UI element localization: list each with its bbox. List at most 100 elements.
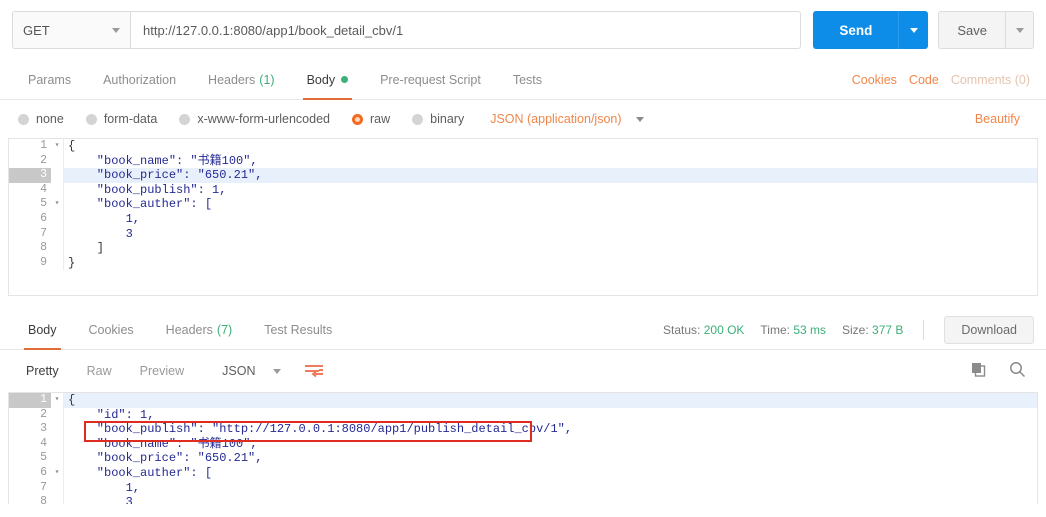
tab-authorization[interactable]: Authorization [87, 60, 192, 99]
line-number: 8 [40, 495, 47, 504]
code-text: "book_name": "书籍100", [63, 153, 1037, 169]
http-method-select[interactable]: GET [12, 11, 130, 49]
body-type-label: x-www-form-urlencoded [197, 112, 330, 126]
request-url-bar: GET http://127.0.0.1:8080/app1/book_deta… [0, 0, 1046, 60]
code-text: "id": 1, [63, 407, 1037, 423]
code-text: } [63, 255, 1037, 271]
save-button[interactable]: Save [938, 11, 1006, 49]
search-glyph [1010, 362, 1026, 378]
code-link[interactable]: Code [909, 73, 939, 87]
code-text: { [63, 139, 1037, 154]
response-tab-test-results[interactable]: Test Results [248, 310, 348, 349]
size-label: Size: [842, 322, 869, 337]
comments-link[interactable]: Comments (0) [951, 73, 1030, 87]
size-badge: Size: 377 B [842, 323, 903, 337]
body-type-binary[interactable]: binary [412, 112, 464, 126]
download-button[interactable]: Download [944, 315, 1034, 344]
line-number: 4 [40, 182, 47, 196]
radio-selected-icon [352, 113, 363, 125]
code-line: 2 "book_name": "书籍100", [9, 153, 1037, 169]
line-number: 3 [9, 168, 51, 183]
chevron-down-icon [112, 27, 120, 33]
response-tab-cookies[interactable]: Cookies [73, 310, 150, 349]
line-number: 1 [40, 139, 47, 152]
code-text: "book_price": "650.21", [63, 168, 1037, 183]
tab-label: Test Results [264, 322, 333, 337]
code-line: 6 ▾ "book_auther": [ [9, 465, 1037, 481]
response-tab-bar: Body Cookies Headers (7) Test Results St… [0, 310, 1046, 350]
response-format-select[interactable]: JSON [212, 359, 289, 383]
body-type-x-www-form-urlencoded[interactable]: x-www-form-urlencoded [179, 112, 330, 126]
wrap-lines-icon[interactable] [301, 360, 327, 382]
body-type-none[interactable]: none [18, 112, 64, 126]
content-type-label: JSON (application/json) [490, 112, 622, 126]
body-type-form-data[interactable]: form-data [85, 112, 158, 126]
tab-body[interactable]: Body [291, 60, 365, 100]
tab-pre-request-script[interactable]: Pre-request Script [364, 60, 497, 99]
size-value: 377 B [872, 322, 904, 337]
response-format-toolbar: Pretty Raw Preview JSON [0, 350, 1046, 392]
cookies-link[interactable]: Cookies [852, 73, 897, 87]
code-line: 2 "id": 1, [9, 407, 1037, 423]
divider [923, 319, 925, 340]
request-tab-bar-actions: Cookies Code Comments (0) [852, 60, 1034, 99]
code-text: "book_name": "书籍100", [63, 436, 1037, 452]
tab-headers[interactable]: Headers (1) [192, 60, 291, 99]
code-line: 4 "book_name": "书籍100", [9, 436, 1037, 452]
request-url-value: http://127.0.0.1:8080/app1/book_detail_c… [143, 22, 404, 38]
code-text: 3 [63, 495, 1037, 504]
send-button-group: Send [813, 11, 929, 49]
line-number: 7 [40, 480, 47, 494]
view-mode-raw[interactable]: Raw [73, 364, 126, 378]
response-tab-headers[interactable]: Headers (7) [150, 310, 249, 349]
code-line-active: 3 "book_price": "650.21", [9, 168, 1037, 183]
code-text: { [63, 393, 1037, 408]
body-type-label: form-data [103, 112, 158, 126]
body-type-row: none form-data x-www-form-urlencoded raw… [0, 100, 1046, 138]
chevron-down-icon [635, 116, 644, 122]
code-text: ] [63, 241, 1037, 256]
beautify-button[interactable]: Beautify [975, 112, 1028, 126]
line-number: 2 [40, 153, 47, 167]
response-toolbar-actions [971, 361, 1034, 381]
content-type-select[interactable]: JSON (application/json) [490, 112, 644, 126]
line-number: 8 [40, 241, 47, 255]
line-number: 3 [40, 422, 47, 436]
line-number: 6 [40, 465, 47, 479]
code-text: 1, [63, 211, 1037, 227]
http-method-label: GET [23, 22, 50, 38]
fold-toggle-icon[interactable]: ▾ [51, 197, 63, 212]
response-body-viewer[interactable]: 1 ▾ { 2 "id": 1, 3 "book_publish": "http… [8, 392, 1038, 504]
save-options-button[interactable] [1006, 11, 1034, 49]
copy-icon[interactable] [971, 362, 987, 381]
response-format-label: JSON [222, 364, 256, 378]
time-badge: Time: 53 ms [760, 323, 826, 337]
body-type-raw[interactable]: raw [352, 112, 390, 126]
request-tab-bar: Params Authorization Headers (1) Body Pr… [0, 60, 1046, 100]
send-options-button[interactable] [898, 11, 929, 49]
radio-icon [85, 113, 97, 125]
headers-count: (1) [259, 72, 275, 87]
view-mode-preview[interactable]: Preview [126, 364, 198, 378]
code-text: "book_auther": [ [63, 197, 1037, 212]
send-button[interactable]: Send [813, 11, 899, 49]
headers-count: (7) [216, 322, 233, 337]
fold-toggle-icon[interactable]: ▾ [51, 393, 63, 408]
response-meta: Status: 200 OK Time: 53 ms Size: 377 B D… [663, 310, 1034, 349]
fold-toggle-icon[interactable]: ▾ [51, 466, 63, 481]
body-type-label: none [36, 112, 64, 126]
request-body-editor[interactable]: 1 ▾ { 2 "book_name": "书籍100", 3 "book_pr… [8, 138, 1038, 296]
code-line: 5 "book_price": "650.21", [9, 451, 1037, 466]
request-url-input[interactable]: http://127.0.0.1:8080/app1/book_detail_c… [130, 11, 802, 49]
response-tab-body[interactable]: Body [12, 310, 73, 350]
line-number: 4 [40, 436, 47, 450]
search-icon[interactable] [1009, 361, 1026, 381]
status-badge: Status: 200 OK [663, 323, 744, 337]
view-mode-pretty[interactable]: Pretty [12, 364, 73, 378]
tab-params[interactable]: Params [12, 60, 87, 99]
fold-toggle-icon[interactable]: ▾ [51, 139, 63, 154]
code-text: "book_publish": 1, [63, 182, 1037, 198]
line-number: 9 [40, 255, 47, 269]
code-line: 7 3 [9, 226, 1037, 242]
tab-tests[interactable]: Tests [497, 60, 558, 99]
